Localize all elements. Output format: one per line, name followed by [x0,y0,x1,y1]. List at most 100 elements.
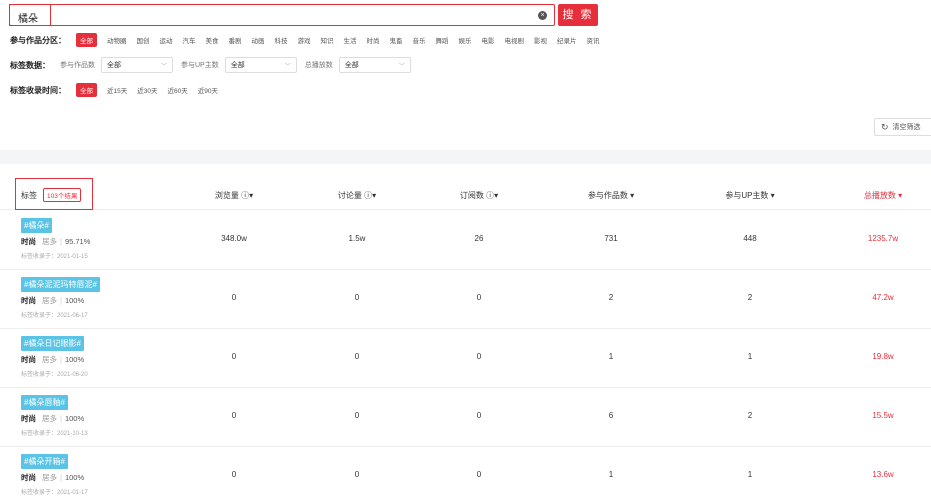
category-chip[interactable]: 生活 [344,35,357,45]
category-chip[interactable]: 科技 [275,35,288,45]
up-filter-label: 参与UP主数 [181,62,219,69]
tag-chip[interactable]: #橘朵唇釉# [21,395,68,410]
views-column-header[interactable]: 浏览量 ⓘ▾ [215,190,253,201]
discussions-cell: 0 [354,411,360,420]
ups-cell: 448 [743,234,757,243]
category-chip[interactable]: 娱乐 [459,35,472,45]
time-chip[interactable]: 近90天 [198,85,218,95]
category-percent: 100% [64,414,85,423]
category-chip[interactable]: 国创 [137,35,150,45]
works-cell: 731 [604,234,618,243]
search-query-highlight [9,4,51,26]
separator: | [60,296,62,305]
table-row[interactable]: #橘朵泥泥玛特唇泥# 时尚 居多 | 100% 标签收录于：2021-06-17… [0,270,931,329]
ups-cell: 1 [747,470,753,479]
tag-meta: 时尚 居多 | 100% [21,295,84,306]
most-label: 居多 [42,296,57,305]
category-chip[interactable]: 动画 [252,35,265,45]
category-chip[interactable]: 动物圈 [107,35,127,45]
most-label: 居多 [42,237,57,246]
table-row[interactable]: #橘朵日记眼影# 时尚 居多 | 100% 标签收录于：2021-06-20 0… [0,329,931,388]
collected-date: 标签收录于：2021-01-15 [21,254,88,260]
category-chip[interactable]: 汽车 [183,35,196,45]
category-chip[interactable]: 运动 [160,35,173,45]
category-filter-label: 参与作品分区： [10,35,66,45]
discussions-cell: 0 [354,352,360,361]
category-chip[interactable]: 番剧 [229,35,242,45]
subscriptions-cell: 26 [474,234,484,243]
plays-cell: 19.8w [872,352,894,361]
category-percent: 100% [64,355,85,364]
category-chip[interactable]: 电影 [482,35,495,45]
works-cell: 1 [608,470,614,479]
works-cell: 1 [608,352,614,361]
tag-meta: 时尚 居多 | 100% [21,354,84,365]
time-filter-row: 标签收录时间： 全部 近15天 近30天 近60天 近90天 [10,82,228,98]
separator: | [60,355,62,364]
category-chip[interactable]: 影视 [534,35,547,45]
clear-filter-button[interactable]: ↻ 清空筛选 [874,118,931,136]
table-row[interactable]: #橘朵唇釉# 时尚 居多 | 100% 标签收录于：2021-10-13 0 0… [0,388,931,447]
tag-column-header: 标签 [21,191,37,200]
tag-chip[interactable]: #橘朵# [21,218,52,233]
time-chip[interactable]: 近30天 [137,85,157,95]
chevron-down-icon: ﹀ [160,63,167,70]
category-chip[interactable]: 资讯 [587,35,600,45]
works-column-header[interactable]: 参与作品数 ▾ [588,190,634,201]
category-chip[interactable]: 全部 [76,33,97,47]
time-filter-label: 标签收录时间： [10,85,66,95]
tag-meta: 时尚 居多 | 100% [21,472,84,483]
category-chip[interactable]: 时尚 [367,35,380,45]
category-name: 时尚 [21,473,36,482]
up-select[interactable]: 全部 ﹀ [224,57,297,73]
section-divider [0,150,931,164]
works-select-value: 全部 [107,62,121,69]
result-count-badge: 103个结果 [43,188,82,202]
category-chip[interactable]: 知识 [321,35,334,45]
subscriptions-cell: 0 [476,411,482,420]
category-percent: 95.71% [64,237,91,246]
search-button[interactable]: 搜 索 [558,4,598,26]
category-name: 时尚 [21,355,36,364]
tag-meta: 时尚 居多 | 95.71% [21,236,90,247]
search-input[interactable]: 橘朵 × [9,4,555,26]
category-chip[interactable]: 纪录片 [557,35,577,45]
table-row[interactable]: #橘朵# 时尚 居多 | 95.71% 标签收录于：2021-01-15 348… [0,211,931,270]
subscriptions-cell: 0 [476,352,482,361]
table-row[interactable]: #橘朵开箱# 时尚 居多 | 100% 标签收录于：2021-01-17 0 0… [0,447,931,497]
most-label: 居多 [42,414,57,423]
collected-date: 标签收录于：2021-06-17 [21,313,88,319]
chevron-down-icon: ﹀ [398,63,405,70]
tag-chip[interactable]: #橘朵日记眼影# [21,336,84,351]
subscriptions-column-header[interactable]: 订阅数 ⓘ▾ [460,190,498,201]
separator: | [60,473,62,482]
clear-icon[interactable]: × [538,11,547,20]
search-bar: 橘朵 × 搜 索 [9,4,598,26]
works-select[interactable]: 全部 ﹀ [101,57,173,73]
discussions-cell: 1.5w [348,234,366,243]
plays-cell: 13.6w [872,470,894,479]
data-filter-row: 标签数据： 参与作品数 全部 ﹀ 参与UP主数 全部 ﹀ 总播放数 全部 ﹀ [10,57,419,73]
ups-cell: 2 [747,411,753,420]
time-chip[interactable]: 近60天 [167,85,187,95]
category-name: 时尚 [21,296,36,305]
discussions-column-header[interactable]: 讨论量 ⓘ▾ [338,190,376,201]
category-chip[interactable]: 舞蹈 [436,35,449,45]
tag-chip[interactable]: #橘朵泥泥玛特唇泥# [21,277,100,292]
plays-select[interactable]: 全部 ﹀ [338,57,411,73]
category-chip[interactable]: 美食 [206,35,219,45]
time-chip[interactable]: 全部 [76,83,97,97]
plays-column-header[interactable]: 总播放数 ▾ [864,190,902,201]
ups-column-header[interactable]: 参与UP主数 ▾ [725,190,774,201]
chevron-down-icon: ﹀ [284,63,291,70]
category-chip[interactable]: 音乐 [413,35,426,45]
category-chip[interactable]: 鬼畜 [390,35,403,45]
most-label: 居多 [42,355,57,364]
discussions-cell: 0 [354,470,360,479]
views-cell: 0 [231,470,237,479]
category-chip[interactable]: 游戏 [298,35,311,45]
category-chip[interactable]: 电视剧 [505,35,525,45]
time-chip[interactable]: 近15天 [107,85,127,95]
tag-chip[interactable]: #橘朵开箱# [21,454,68,469]
views-cell: 0 [231,352,237,361]
